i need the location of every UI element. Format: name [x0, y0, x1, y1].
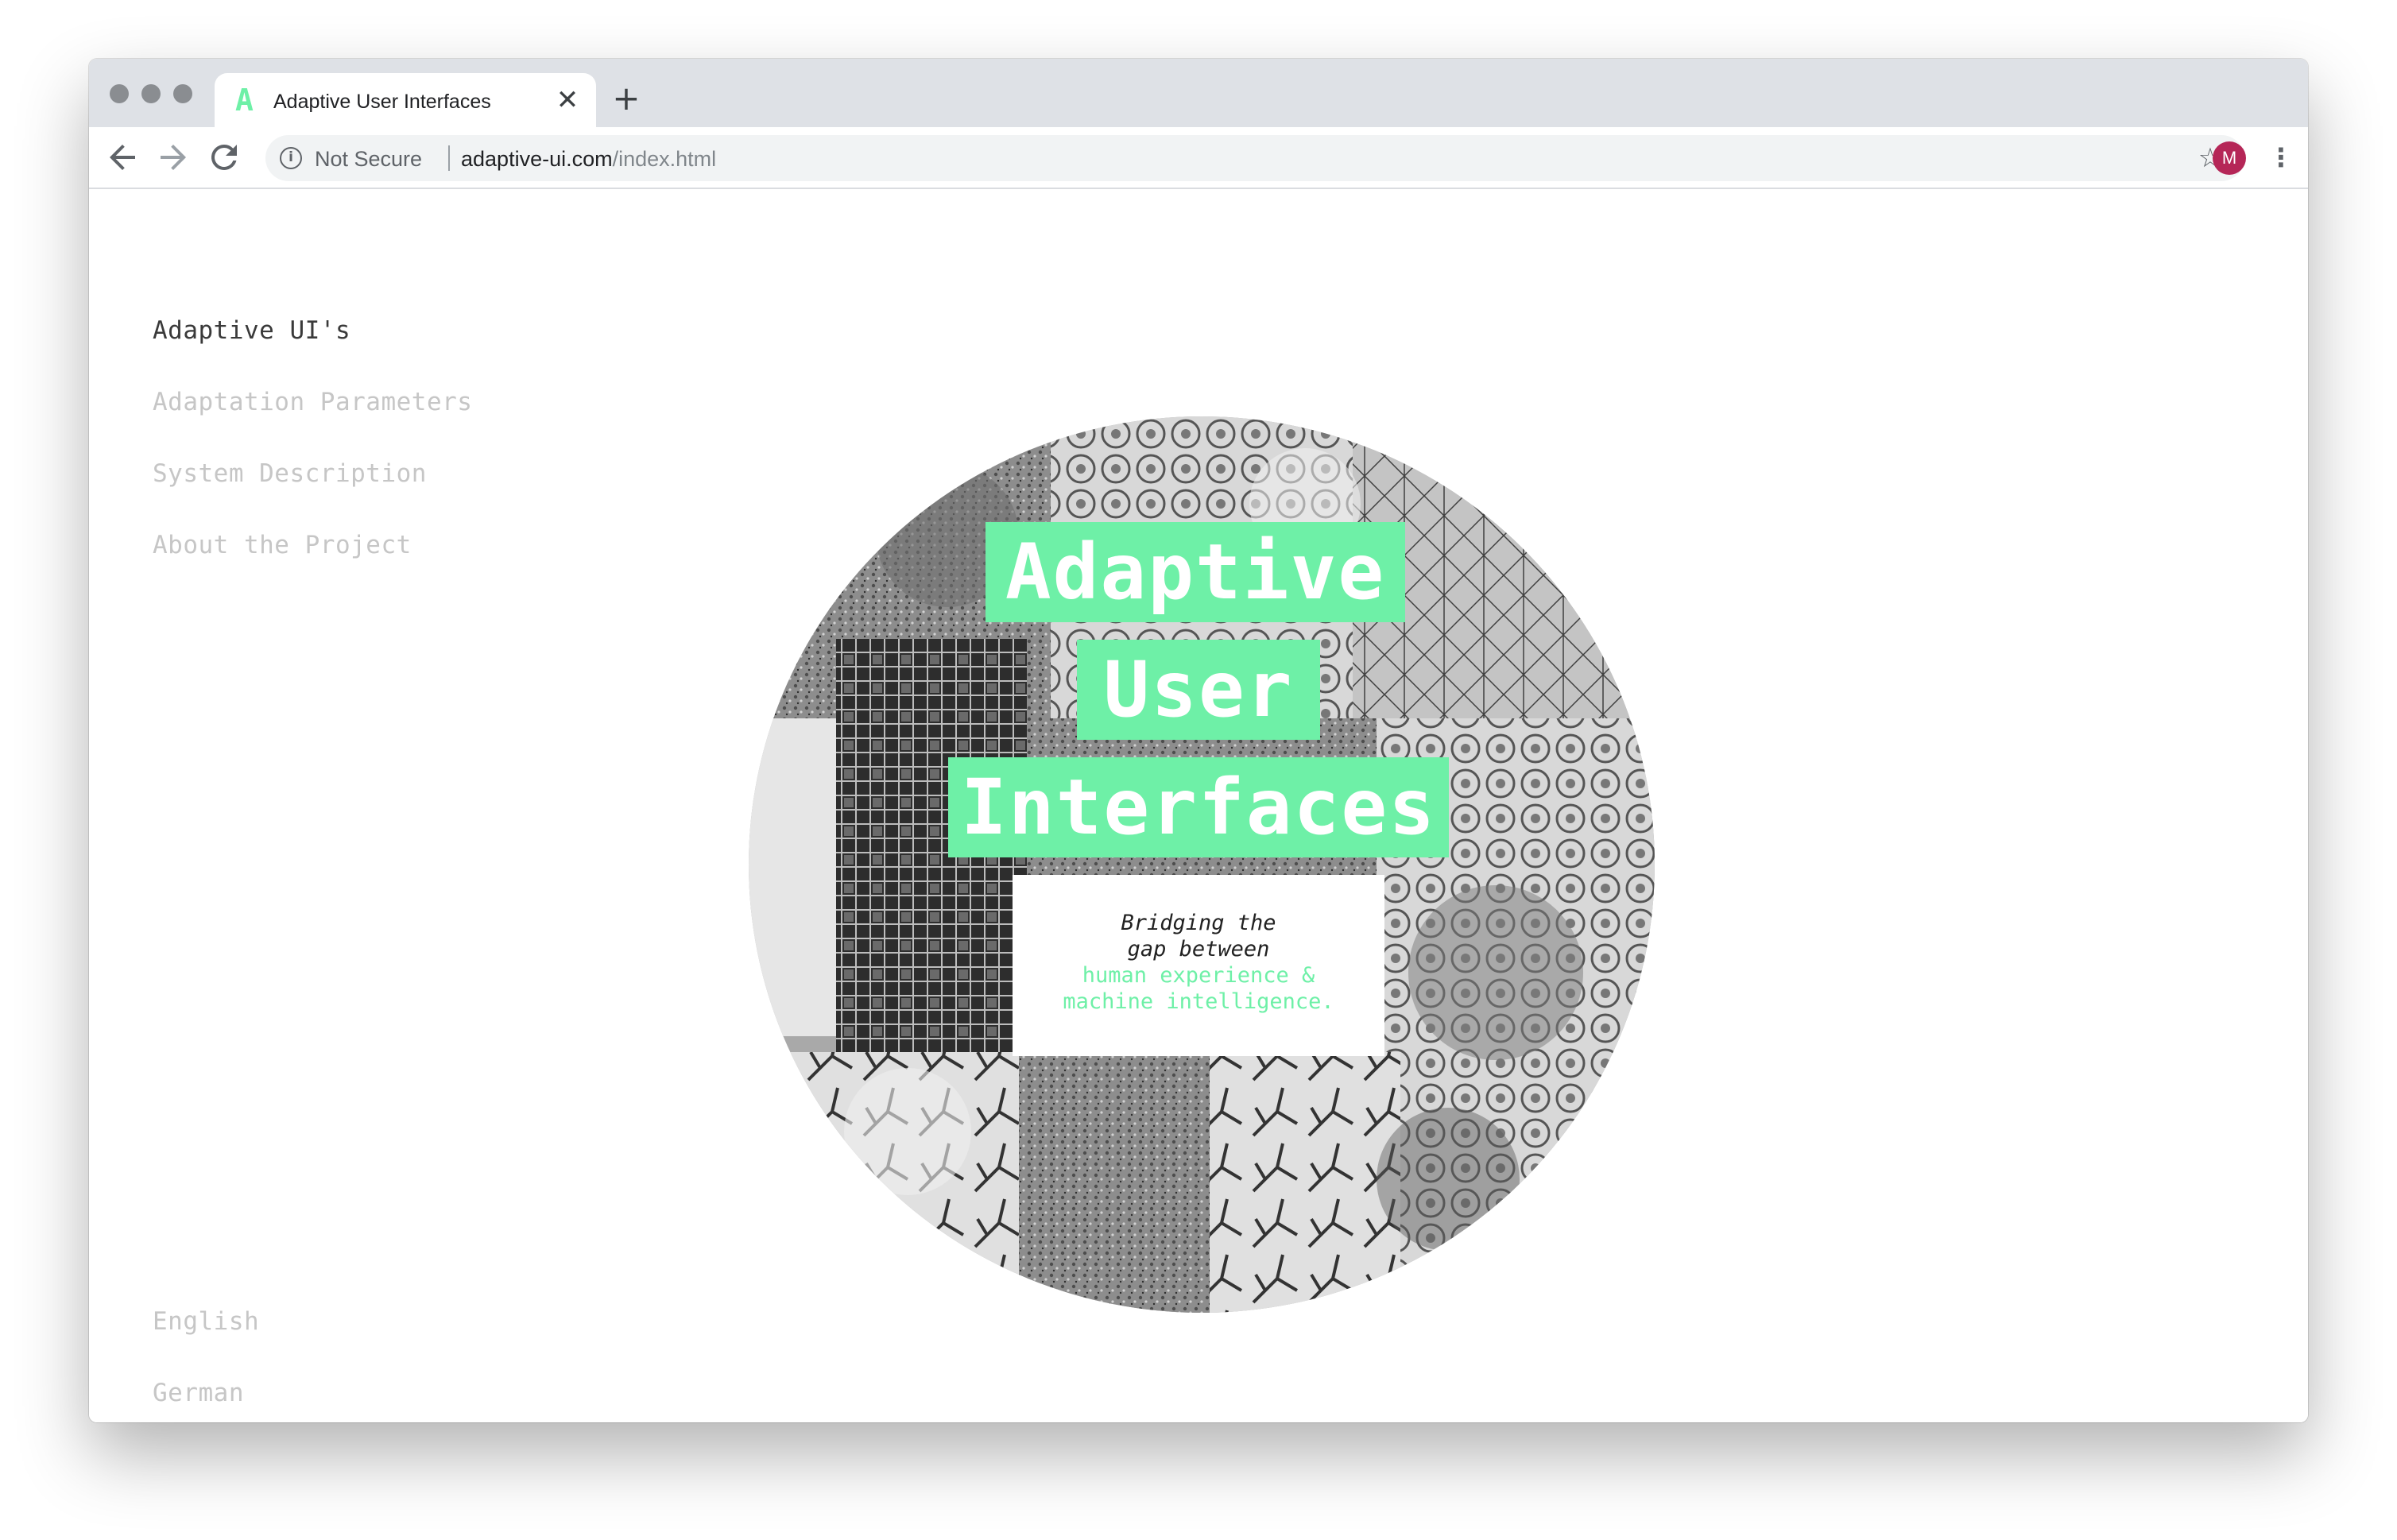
browser-toolbar: i Not Secure adaptive-ui.com/index.html … [89, 127, 2308, 189]
hero-subtitle: Bridging the gap between human experienc… [1013, 875, 1384, 1056]
avatar[interactable]: M [2213, 141, 2246, 175]
nav-link-about-the-project[interactable]: About the Project [153, 531, 412, 559]
subtitle-line-2: gap between [1127, 937, 1270, 962]
nav-link-adaptive-uis[interactable]: Adaptive UI's [153, 316, 350, 345]
tab-title: Adaptive User Interfaces [273, 91, 491, 113]
nav-link-system-description[interactable]: System Description [153, 459, 427, 488]
security-label[interactable]: Not Secure [315, 147, 422, 172]
url-text[interactable]: adaptive-ui.com/index.html [461, 147, 716, 172]
subtitle-highlight-line-2: machine intelligence. [1063, 989, 1334, 1014]
page-content: Adaptive UI's Adaptation Parameters Syst… [89, 189, 2308, 1422]
address-bar[interactable]: i Not Secure adaptive-ui.com/index.html … [265, 135, 2244, 181]
tab-strip: A Adaptive User Interfaces ✕ + [89, 59, 2308, 127]
window-maximize-control[interactable] [173, 84, 192, 103]
forward-arrow-icon[interactable] [154, 138, 192, 176]
url-host: adaptive-ui.com [461, 147, 613, 171]
back-arrow-icon[interactable] [103, 138, 141, 176]
window-close-control[interactable] [110, 84, 129, 103]
info-icon[interactable]: i [280, 147, 302, 169]
url-path: /index.html [612, 147, 717, 171]
browser-window: A Adaptive User Interfaces ✕ + i Not Sec… [89, 59, 2308, 1422]
favicon-icon: A [235, 83, 254, 118]
subtitle-line-1: Bridging the [1121, 911, 1276, 935]
window-minimize-control[interactable] [141, 84, 161, 103]
nav-link-adaptation-parameters[interactable]: Adaptation Parameters [153, 388, 472, 416]
hero-title-line-3: Interfaces [948, 757, 1449, 857]
language-english[interactable]: English [153, 1307, 259, 1336]
hero-title-line-2: User [1077, 640, 1320, 740]
new-tab-icon[interactable]: + [610, 82, 642, 115]
hero-title-line-1: Adaptive [986, 522, 1405, 622]
kebab-menu-icon[interactable]: ⋮ [2268, 138, 2294, 176]
hero: Adaptive User Interfaces Bridging the ga… [749, 416, 1655, 1313]
active-tab[interactable]: A Adaptive User Interfaces ✕ [215, 73, 596, 127]
subtitle-highlight-line-1: human experience & [1082, 963, 1315, 988]
close-icon[interactable]: ✕ [552, 84, 583, 116]
reload-icon[interactable] [205, 138, 243, 176]
language-german[interactable]: German [153, 1379, 244, 1407]
address-divider [448, 145, 450, 171]
